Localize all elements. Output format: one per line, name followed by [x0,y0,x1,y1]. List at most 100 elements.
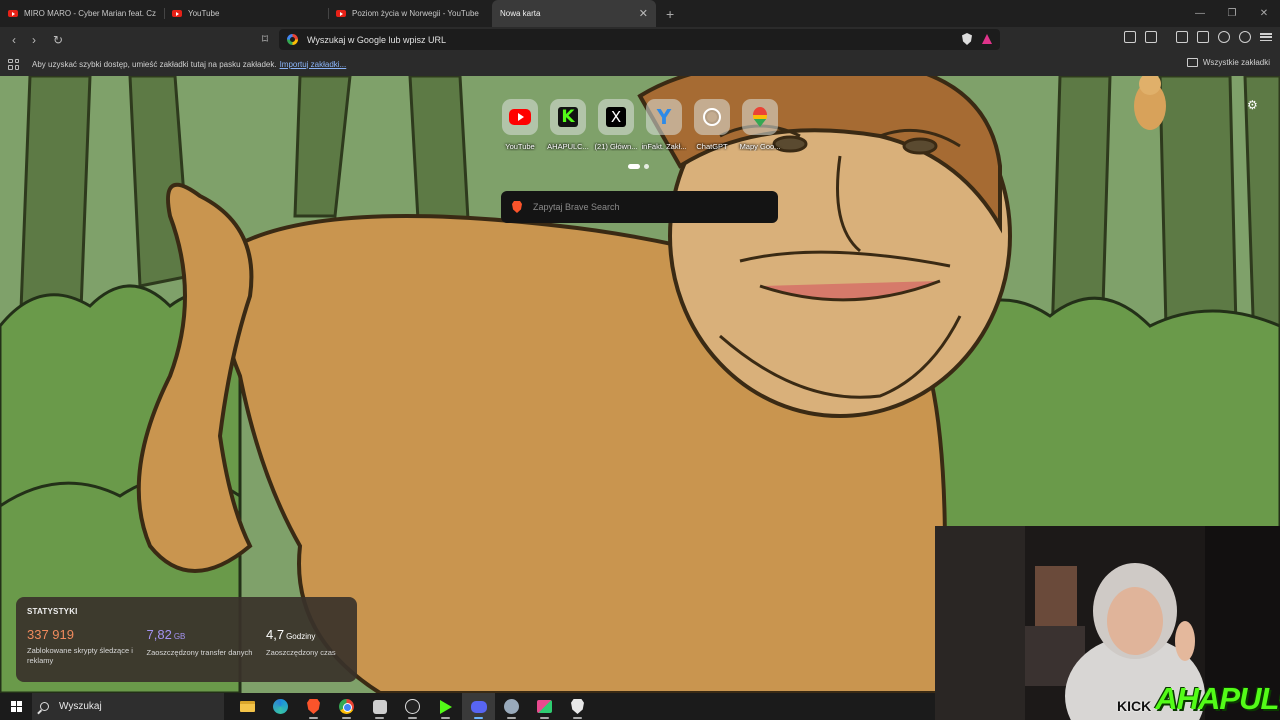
top-site-tile [742,99,778,135]
stats-row: 337 919 Zablokowane skrypty śledzące i r… [27,628,346,666]
brave-icon [307,699,320,714]
customize-settings-icon[interactable]: ⚙ [1247,98,1258,112]
capture-icon [537,700,552,713]
google-icon [287,34,298,45]
tab-new-tab[interactable]: Nowa karta ✕ [492,0,656,27]
tab-norwegia[interactable]: Poziom życia w Norwegii - YouTube [328,0,492,27]
start-button[interactable] [0,693,32,720]
stat-desc: Zablokowane skrypty śledzące i reklamy [27,646,133,665]
restore-icon[interactable]: ❐ [1216,0,1248,27]
brave-search-input[interactable] [533,202,753,212]
stats-title: STATYSTYKI [27,607,78,616]
tab-miro-maro[interactable]: MIRO MARO - Cyber Marian feat. Cz [0,0,164,27]
kick-streamer-badge: KICK AHAPULCO [1117,682,1280,716]
import-bookmarks-link[interactable]: Importuj zakładki... [280,60,347,69]
taskbar-search[interactable]: Wyszukaj [32,693,224,720]
top-site-ahapulco[interactable]: K AHAPULC... [547,99,589,151]
taskbar-search-label: Wyszukaj [59,701,102,712]
obs-icon [405,699,420,714]
leo-ai-icon[interactable] [1218,31,1230,43]
taskbar-chrome[interactable] [330,693,363,720]
top-site-label: YouTube [505,142,535,151]
back-icon[interactable]: ‹ [4,30,24,50]
new-tab-button[interactable]: + [666,6,674,22]
all-bookmarks-button[interactable]: Wszystkie zakładki [1186,58,1270,67]
taskbar-obs[interactable] [396,693,429,720]
infakt-icon: Y [656,105,672,129]
address-placeholder: Wyszukaj w Google lub wpisz URL [307,34,446,45]
taskbar-discord[interactable] [462,693,495,720]
bookmarks-bar: Aby uzyskać szybki dostęp, umieść zakład… [0,52,1280,76]
minimize-icon[interactable]: — [1184,0,1216,27]
tab-label: Poziom życia w Norwegii - YouTube [352,9,479,18]
top-site-x[interactable]: X (21) Główn... [594,99,638,151]
top-site-label: Mapy Goo... [739,142,781,151]
menu-icon[interactable] [1260,31,1272,43]
address-bar[interactable]: Wyszukaj w Google lub wpisz URL [279,29,1000,50]
google-maps-icon [753,107,767,127]
taskbar-steam[interactable] [495,693,528,720]
top-site-label: (21) Główn... [594,142,638,151]
taskbar-brave-white[interactable] [561,693,594,720]
windows-taskbar: Wyszukaj [0,693,935,720]
search-icon [40,702,49,711]
close-icon[interactable]: ✕ [639,7,648,20]
brave-logo-icon [512,201,522,213]
top-site-tile: X [598,99,634,135]
bookmarks-hint: Aby uzyskać szybki dostęp, umieść zakład… [32,59,277,69]
taskbar-apps [231,693,594,720]
brave-shields-icon[interactable] [962,33,972,45]
stat-desc: Zaoszczędzony czas [266,648,336,657]
top-site-chatgpt[interactable]: ChatGPT [692,99,732,151]
stat-bandwidth: 7,82 GB Zaoszczędzony transfer danych [147,628,267,666]
extensions-icon[interactable] [1124,31,1136,43]
windows-logo-icon [10,701,22,712]
kick-small-label: KICK [1117,698,1152,714]
youtube-icon [509,109,531,125]
top-site-youtube[interactable]: YouTube [500,99,540,151]
wallet-icon[interactable] [1197,31,1209,43]
top-site-tile [502,99,538,135]
vpn-icon[interactable] [1239,31,1251,43]
stats-widget: STATYSTYKI 337 919 Zablokowane skrypty ś… [16,597,357,682]
tab-label: MIRO MARO - Cyber Marian feat. Cz [24,9,156,18]
youtube-icon [8,10,18,17]
stat-value: 7,82 [146,627,172,642]
discord-icon [470,700,487,713]
taskbar-brave[interactable] [297,693,330,720]
sidebar-icon[interactable] [1176,31,1188,43]
kick-channel-name: AHAPULCO [1155,681,1280,716]
tab-youtube[interactable]: YouTube [164,0,328,27]
folder-icon [1186,58,1198,67]
top-site-infakt[interactable]: Y inFakt. Zakł... [641,99,687,151]
taskbar-file-explorer[interactable] [231,693,264,720]
top-site-label: AHAPULC... [547,142,589,151]
steam-icon [504,699,519,714]
taskbar-app[interactable] [363,693,396,720]
toolbar-actions [1124,31,1272,43]
apps-icon[interactable] [8,58,19,70]
all-bookmarks-label: Wszystkie zakładki [1202,58,1270,67]
top-sites: YouTube K AHAPULC... X (21) Główn... Y i… [500,99,780,151]
taskbar-edge[interactable] [264,693,297,720]
forward-icon[interactable]: › [24,30,44,50]
chrome-icon [339,699,354,714]
top-site-tile: Y [646,99,682,135]
bookmark-icon[interactable]: ⌑ [255,29,275,49]
brave-white-icon [571,699,584,714]
top-site-google-maps[interactable]: Mapy Goo... [740,99,780,151]
brave-search-box[interactable] [501,191,778,223]
stat-value: 4,7 [266,627,285,642]
taskbar-kick-streamer[interactable] [429,693,462,720]
top-sites-pager[interactable] [628,164,649,169]
stat-value: 337 919 [27,627,74,642]
reload-icon[interactable]: ↻ [48,30,68,50]
stat-unit: Godziny [286,632,316,641]
brave-rewards-icon[interactable] [982,34,992,44]
toolbar: ‹ › ↻ ⌑ Wyszukaj w Google lub wpisz URL [0,27,1280,52]
taskbar-capture[interactable] [528,693,561,720]
stat-unit: GB [173,632,186,641]
media-icon[interactable] [1145,31,1157,43]
close-window-icon[interactable]: ✕ [1248,0,1280,27]
x-icon: X [606,107,626,127]
